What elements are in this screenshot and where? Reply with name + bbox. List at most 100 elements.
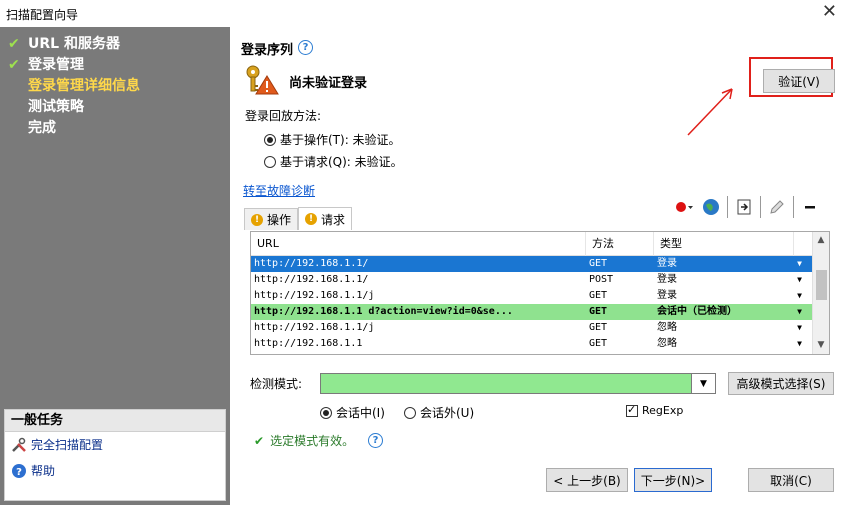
row-url: http://192.168.1.1/ — [254, 258, 369, 269]
table-row[interactable]: http://192.168.1.1 d?action=view?id=0&se… — [251, 304, 829, 320]
chevron-down-icon[interactable]: ▼ — [792, 304, 804, 320]
task-label: 完全扫描配置 — [31, 438, 104, 452]
step-label: 登录管理 — [28, 57, 84, 73]
task-help[interactable]: ? 帮助 — [5, 458, 225, 484]
row-url: http://192.168.1.1/j — [254, 322, 375, 333]
grid-scrollbar[interactable]: ▲ ▼ — [812, 232, 829, 354]
record-icon[interactable] — [674, 196, 696, 218]
help-icon[interactable]: ? — [298, 40, 313, 55]
row-type: 登录 — [657, 258, 677, 269]
checkbox-label: RegExp — [642, 404, 684, 417]
tab-requests[interactable]: ! 请求 — [298, 207, 353, 230]
table-row[interactable]: http://192.168.1.1/ GET 登录 ▼ — [251, 256, 829, 272]
playback-method-label: 登录回放方法: — [245, 109, 322, 123]
help-icon: ? — [11, 463, 27, 479]
option-request-based[interactable]: 基于请求(Q): 未验证。 — [264, 153, 403, 170]
remove-icon[interactable] — [799, 196, 821, 218]
option-out-session[interactable]: 会话外(U) — [404, 404, 474, 421]
status-text: 尚未验证登录 — [289, 76, 368, 91]
row-type: 忽略 — [657, 338, 677, 349]
column-method[interactable]: 方法 — [586, 232, 654, 256]
main-content: 登录序列 ? 尚未验证登录 验证(V) 登录回放方法: 基于操作(T): 未验证… — [230, 27, 845, 505]
row-url: http://192.168.1.1 — [254, 338, 363, 349]
table-row[interactable]: http://192.168.1.1 GET 忽略 ▼ — [251, 336, 829, 352]
row-method: GET — [589, 258, 608, 269]
cancel-button[interactable]: 取消(C) — [748, 468, 834, 492]
back-button[interactable]: < 上一步(B) — [546, 468, 628, 492]
task-full-scan-config[interactable]: 完全扫描配置 — [5, 432, 225, 458]
close-icon[interactable]: ✕ — [822, 2, 837, 22]
option-label: 基于请求(Q): 未验证。 — [280, 155, 403, 169]
option-label: 会话外(U) — [420, 406, 475, 420]
option-in-session[interactable]: 会话中(I) — [320, 404, 385, 421]
checkmark-icon: ✔ — [254, 433, 265, 448]
radio-button[interactable] — [264, 155, 276, 168]
row-method: GET — [589, 338, 608, 349]
chevron-down-icon[interactable]: ▼ — [792, 272, 804, 288]
scroll-up-icon[interactable]: ▲ — [813, 232, 829, 249]
grid-header: URL 方法 类型 — [251, 232, 829, 256]
grid-toolbar — [674, 196, 821, 218]
chevron-down-icon[interactable]: ▼ — [792, 256, 804, 272]
general-tasks-panel: 一般任务 完全扫描配置 ? 帮助 — [4, 409, 226, 501]
chevron-down-icon[interactable]: ▼ — [792, 320, 804, 336]
validation-message: ✔ 选定模式有效。 ? — [254, 432, 384, 449]
column-type[interactable]: 类型 — [654, 232, 794, 256]
step-label: 完成 — [28, 120, 56, 136]
regexp-checkbox[interactable]: RegExp — [626, 403, 684, 417]
radio-button[interactable] — [320, 406, 332, 419]
step-list: ✔ URL 和服务器 ✔ 登录管理 登录管理详细信息 测试策略 完成 — [8, 34, 140, 139]
browser-globe-icon[interactable] — [700, 196, 722, 218]
row-method: GET — [589, 290, 608, 301]
chevron-down-icon[interactable]: ▼ — [792, 336, 804, 352]
diagnostic-link[interactable]: 转至故障诊断 — [243, 182, 315, 199]
row-url: http://192.168.1.1/j — [254, 290, 375, 301]
svg-text:?: ? — [16, 467, 22, 478]
row-method: POST — [589, 274, 614, 285]
import-icon[interactable] — [733, 196, 755, 218]
row-type: 登录 — [657, 290, 677, 301]
warning-icon: ! — [251, 213, 263, 226]
step-label: 测试策略 — [28, 99, 84, 115]
task-label: 帮助 — [31, 464, 56, 478]
tools-icon — [11, 437, 27, 453]
request-grid: URL 方法 类型 http://192.168.1.1/ GET 登录 ▼ h… — [250, 231, 830, 355]
validation-text: 选定模式有效。 — [270, 434, 355, 448]
verify-button[interactable]: 验证(V) — [763, 69, 835, 93]
row-method: GET — [589, 306, 608, 317]
title-bar: 扫描配置向导 ✕ — [0, 0, 845, 27]
login-status: 尚未验证登录 — [245, 65, 367, 98]
radio-button[interactable] — [404, 406, 416, 419]
toolbar-separator — [760, 196, 761, 218]
scroll-thumb[interactable] — [816, 270, 827, 300]
next-button[interactable]: 下一步(N)> — [634, 468, 712, 492]
tab-bar: ! 操作 ! 请求 — [244, 207, 353, 230]
tab-label: 请求 — [321, 212, 346, 227]
step-label: 登录管理详细信息 — [28, 78, 140, 94]
wizard-sidebar: ✔ URL 和服务器 ✔ 登录管理 登录管理详细信息 测试策略 完成 一般任务 … — [0, 27, 230, 505]
checkbox[interactable] — [626, 403, 638, 417]
option-action-based[interactable]: 基于操作(T): 未验证。 — [264, 131, 401, 148]
row-type: 登录 — [657, 274, 677, 285]
column-url[interactable]: URL — [251, 232, 586, 256]
warning-icon: ! — [305, 213, 318, 225]
table-row[interactable]: http://192.168.1.1/j GET 忽略 ▼ — [251, 320, 829, 336]
table-row[interactable]: http://192.168.1.1/ POST 登录 ▼ — [251, 272, 829, 288]
annotation-arrow — [687, 88, 733, 136]
chevron-down-icon[interactable]: ▼ — [692, 373, 716, 394]
detection-pattern-label: 检测模式: — [250, 377, 303, 391]
chevron-down-icon[interactable]: ▼ — [792, 288, 804, 304]
table-row[interactable]: http://192.168.1.1/j GET 登录 ▼ — [251, 288, 829, 304]
tab-label: 操作 — [267, 213, 292, 227]
step-login-details: 登录管理详细信息 — [8, 76, 140, 97]
edit-pencil-icon[interactable] — [766, 196, 788, 218]
row-type: 忽略 — [657, 322, 677, 333]
advanced-pattern-button[interactable]: 高级模式选择(S) — [728, 372, 834, 395]
checkmark-icon: ✔ — [8, 36, 20, 52]
help-icon[interactable]: ? — [368, 433, 384, 448]
detection-pattern-input[interactable] — [320, 373, 692, 394]
tab-actions[interactable]: ! 操作 — [244, 208, 299, 230]
step-finish: 完成 — [8, 118, 140, 139]
scroll-down-icon[interactable]: ▼ — [813, 337, 829, 354]
radio-button[interactable] — [264, 133, 276, 146]
